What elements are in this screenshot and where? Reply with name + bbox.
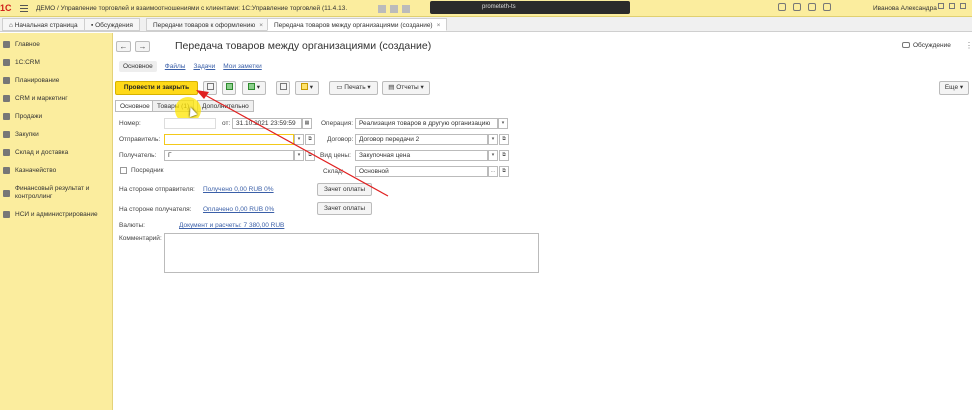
annotation-arrow — [196, 90, 389, 197]
